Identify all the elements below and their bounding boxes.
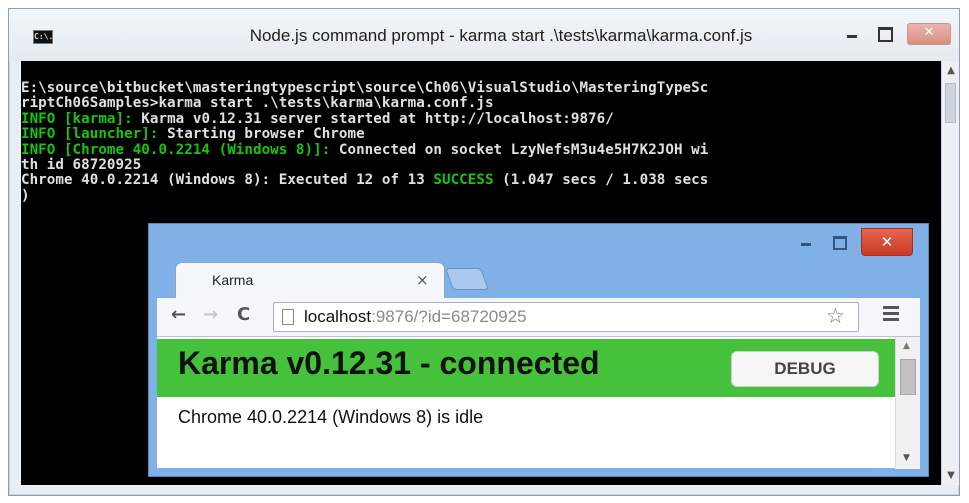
console-window-title: Node.js command prompt - karma start .\t…: [249, 26, 753, 45]
console-text-segment: Karma v0.12.31 server started at http://…: [141, 110, 614, 127]
tab-karma[interactable]: Karma ×: [175, 262, 445, 298]
close-icon: ✕: [880, 233, 894, 251]
console-text: E:\source\bitbucket\masteringtypescript\…: [21, 80, 939, 204]
page-viewport: Karma v0.12.31 - connected DEBUG Chrome …: [157, 336, 920, 469]
new-tab-button[interactable]: [444, 268, 490, 290]
chrome-window: ✕ Karma × ← → C localhost:9876/?id=68720…: [148, 223, 929, 477]
console-window: C:\. Node.js command prompt - karma star…: [8, 8, 960, 496]
close-button[interactable]: ✕: [907, 23, 951, 45]
chrome-close-button[interactable]: ✕: [861, 228, 913, 256]
console-green-text: INFO [Chrome 40.0.2214 (Windows 8)]:: [21, 141, 339, 158]
karma-banner: Karma v0.12.31 - connected DEBUG: [157, 339, 895, 397]
scroll-thumb[interactable]: [900, 359, 916, 395]
console-line: Chrome 40.0.2214 (Windows 8): Executed 1…: [21, 173, 939, 188]
console-line: INFO [karma]: Karma v0.12.31 server star…: [21, 110, 939, 127]
url-host: localhost: [304, 307, 372, 326]
tab-title: Karma: [212, 272, 254, 288]
console-green-text: INFO [launcher]:: [21, 126, 168, 143]
back-arrow-icon[interactable]: ←: [171, 304, 186, 325]
scroll-up-icon[interactable]: ▲: [945, 65, 957, 76]
console-text-segment: ): [21, 187, 30, 204]
chrome-minimize-button[interactable]: [793, 232, 819, 252]
console-line: INFO [launcher]: Starting browser Chrome: [21, 127, 939, 142]
console-text-segment: Starting browser Chrome: [167, 126, 365, 143]
console-text-segment: riptCh06Samples>karma start .\tests\karm…: [21, 95, 494, 112]
address-bar[interactable]: localhost:9876/?id=68720925 ☆: [273, 302, 859, 332]
console-green-text: SUCCESS: [433, 172, 494, 189]
console-green-text: INFO [karma]:: [21, 110, 142, 127]
url-text[interactable]: localhost:9876/?id=68720925: [304, 307, 527, 327]
console-text-segment: Chrome 40.0.2214 (Windows 8): Executed 1…: [21, 172, 434, 189]
console-text-segment: E:\source\bitbucket\masteringtypescript\…: [21, 80, 709, 96]
command-prompt-icon[interactable]: C:\.: [33, 30, 53, 44]
hamburger-menu-icon[interactable]: [883, 306, 899, 321]
forward-arrow-icon[interactable]: →: [203, 304, 218, 325]
scroll-up-icon[interactable]: ▲: [903, 341, 910, 351]
console-line: riptCh06Samples>karma start .\tests\karm…: [21, 96, 939, 111]
console-text-segment: th id 68720925: [21, 157, 142, 174]
console-line: th id 68720925: [21, 157, 939, 174]
console-line: E:\source\bitbucket\masteringtypescript\…: [21, 80, 939, 96]
scroll-down-icon[interactable]: ▼: [945, 470, 957, 481]
console-line: ): [21, 187, 939, 204]
console-line: INFO [Chrome 40.0.2214 (Windows 8)]: Con…: [21, 141, 939, 158]
close-icon: ✕: [923, 25, 935, 40]
banner-title: Karma v0.12.31 - connected: [178, 345, 600, 381]
console-text-segment: (1.047 secs / 1.038 secs: [493, 172, 709, 189]
scroll-thumb[interactable]: [945, 83, 956, 123]
browser-status: Chrome 40.0.2214 (Windows 8) is idle: [178, 407, 484, 427]
url-path: :9876/?id=68720925: [371, 307, 527, 326]
console-text-segment: Connected on socket LzyNefsM3u4e5H7K2JOH…: [338, 141, 709, 158]
browser-toolbar: ← → C localhost:9876/?id=68720925 ☆: [157, 298, 920, 336]
page-scrollbar[interactable]: ▲ ▼: [895, 337, 920, 469]
scroll-down-icon[interactable]: ▼: [903, 453, 910, 463]
bookmark-star-icon[interactable]: ☆: [826, 304, 845, 328]
console-scrollbar[interactable]: ▲ ▼: [941, 61, 959, 485]
tab-close-icon[interactable]: ×: [416, 271, 429, 289]
page-icon: [282, 309, 294, 325]
chrome-maximize-button[interactable]: [825, 232, 851, 252]
minimize-button[interactable]: [839, 23, 865, 45]
console-titlebar[interactable]: C:\. Node.js command prompt - karma star…: [9, 9, 959, 61]
maximize-button[interactable]: [871, 23, 897, 45]
reload-icon[interactable]: C: [237, 304, 250, 325]
debug-button[interactable]: DEBUG: [731, 351, 879, 387]
